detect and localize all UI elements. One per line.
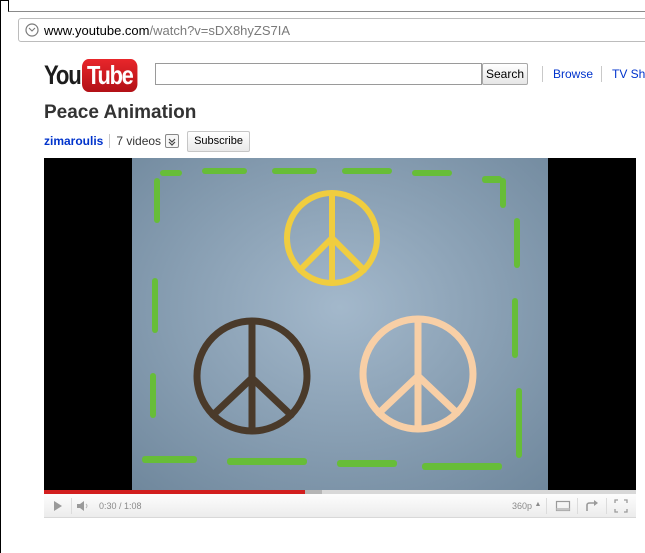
channel-row: zimaroulis 7 videos Subscribe	[44, 130, 250, 152]
video-player[interactable]	[44, 158, 636, 490]
quality-selector[interactable]: 360p ▲	[512, 501, 541, 511]
play-icon[interactable]	[50, 498, 66, 514]
volume-icon[interactable]	[75, 498, 93, 514]
url-text: www.youtube.com/watch?v=sDX8hyZS7IA	[44, 23, 290, 38]
backdrop	[132, 158, 548, 490]
video-content	[132, 158, 548, 490]
fullscreen-icon[interactable]	[612, 498, 630, 514]
control-separator	[577, 498, 578, 514]
video-title: Peace Animation	[44, 102, 197, 123]
player-controls: 0:30 / 1:08 360p ▲	[44, 494, 636, 518]
address-bar[interactable]: www.youtube.com/watch?v=sDX8hyZS7IA	[18, 18, 645, 42]
search-button[interactable]: Search	[482, 63, 528, 85]
url-path: /watch?v=sDX8hyZS7IA	[149, 22, 291, 38]
search-input[interactable]	[155, 63, 482, 85]
share-icon[interactable]	[583, 498, 601, 514]
nav-separator	[542, 66, 543, 82]
channel-separator	[109, 134, 111, 148]
quality-caret-icon: ▲	[534, 501, 542, 508]
control-separator	[546, 498, 547, 514]
nav-browse-link[interactable]: Browse	[553, 67, 593, 81]
control-separator	[606, 498, 607, 514]
logo-you-text: You	[44, 59, 82, 90]
nav-separator	[601, 66, 602, 82]
control-separator	[71, 498, 72, 514]
time-display: 0:30 / 1:08	[99, 501, 142, 511]
browser-toolbar-edge	[8, 0, 645, 12]
video-frame	[132, 158, 548, 490]
channel-link[interactable]: zimaroulis	[44, 134, 103, 148]
popout-icon[interactable]	[554, 498, 572, 514]
logo-tube-text: Tube	[82, 58, 138, 92]
quality-label: 360p	[512, 501, 533, 511]
youtube-logo[interactable]: You Tube	[44, 58, 148, 92]
globe-icon	[25, 23, 39, 37]
chevron-down-icon[interactable]	[165, 134, 180, 148]
subscribe-button[interactable]: Subscribe	[187, 130, 250, 152]
video-count: 7 videos	[116, 134, 162, 148]
url-host: www.youtube.com	[44, 22, 150, 38]
nav-tv-shows-link[interactable]: TV Sh	[612, 67, 645, 81]
